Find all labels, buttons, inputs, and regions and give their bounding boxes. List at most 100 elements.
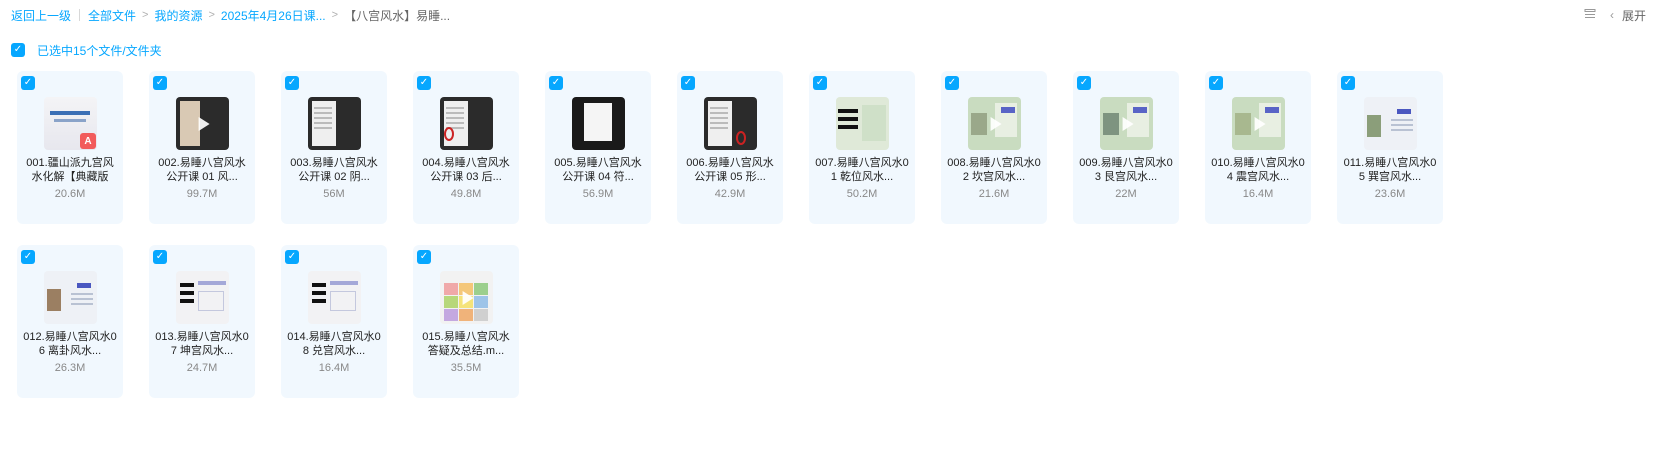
video-thumbnail <box>440 97 493 150</box>
breadcrumb-my-resources[interactable]: 我的资源 <box>154 7 202 24</box>
file-checkbox[interactable]: ✓ <box>285 76 299 90</box>
file-card[interactable]: ✓ 013.易睡八宫风水07 坤宫风水... 24.7M <box>149 245 255 398</box>
video-thumbnail <box>1232 97 1285 150</box>
file-checkbox[interactable]: ✓ <box>153 76 167 90</box>
video-thumbnail <box>176 271 229 324</box>
file-checkbox[interactable]: ✓ <box>285 250 299 264</box>
selection-count-label: 已选中15个文件/文件夹 <box>37 43 162 58</box>
file-card[interactable]: ✓ 006.易睡八宫风水公开课 05 形... 42.9M <box>677 71 783 224</box>
file-card[interactable]: ✓ 009.易睡八宫风水03 艮宫风水... 22M <box>1073 71 1179 224</box>
breadcrumb-arrow-icon: > <box>142 9 149 21</box>
file-size: 24.7M <box>186 362 218 374</box>
file-size: 23.6M <box>1374 188 1406 200</box>
file-size: 49.8M <box>450 188 482 200</box>
video-thumbnail <box>572 97 625 150</box>
file-checkbox[interactable]: ✓ <box>1077 76 1091 90</box>
file-size: 42.9M <box>714 188 746 200</box>
breadcrumb: 返回上一级 全部文件 > 我的资源 > 2025年4月26日课... > 【八宫… <box>0 7 450 24</box>
file-card[interactable]: ✓ 007.易睡八宫风水01 乾位风水... 50.2M <box>809 71 915 224</box>
play-icon <box>1122 116 1134 131</box>
breadcrumb-arrow-icon: > <box>331 9 339 21</box>
play-icon <box>198 116 210 131</box>
file-checkbox[interactable]: ✓ <box>813 76 827 90</box>
file-checkbox[interactable]: ✓ <box>21 76 35 90</box>
play-icon <box>1254 116 1266 131</box>
file-checkbox[interactable]: ✓ <box>417 76 431 90</box>
view-tools: ‹ 展开 <box>1584 0 1646 30</box>
file-name: 003.易睡八宫风水公开课 02 阴... <box>290 157 378 183</box>
video-thumbnail <box>1364 97 1417 150</box>
file-size: 56.9M <box>582 188 614 200</box>
file-name: 002.易睡八宫风水公开课 01 风... <box>158 157 246 183</box>
video-thumbnail <box>440 271 493 324</box>
file-card[interactable]: ✓ 002.易睡八宫风水公开课 01 风... 99.7M <box>149 71 255 224</box>
file-size: 35.5M <box>450 362 482 374</box>
file-name: 008.易睡八宫风水02 坎宫风水... <box>947 157 1041 183</box>
file-size: 56M <box>323 188 345 200</box>
file-name: 015.易睡八宫风水答疑及总结.m... <box>422 331 510 357</box>
play-icon <box>990 116 1002 131</box>
file-name: 012.易睡八宫风水06 离卦风水... <box>23 331 117 357</box>
file-checkbox[interactable]: ✓ <box>549 76 563 90</box>
file-checkbox[interactable]: ✓ <box>945 76 959 90</box>
file-card[interactable]: ✓ 004.易睡八宫风水公开课 03 后... 49.8M <box>413 71 519 224</box>
video-thumbnail <box>308 271 361 324</box>
breadcrumb-divider <box>79 9 81 21</box>
file-card[interactable]: ✓ 011.易睡八宫风水05 巽宫风水... 23.6M <box>1337 71 1443 224</box>
video-thumbnail <box>704 97 757 150</box>
breadcrumb-current-folder: 【八宫风水】易睡... <box>344 8 451 23</box>
file-card[interactable]: ✓ 008.易睡八宫风水02 坎宫风水... 21.6M <box>941 71 1047 224</box>
file-size: 26.3M <box>54 362 86 374</box>
file-card[interactable]: ✓ 014.易睡八宫风水08 兑宫风水... 16.4M <box>281 245 387 398</box>
file-card[interactable]: ✓ 003.易睡八宫风水公开课 02 阴... 56M <box>281 71 387 224</box>
file-card[interactable]: ✓ 015.易睡八宫风水答疑及总结.m... 35.5M <box>413 245 519 398</box>
file-name: 001.疆山派九宫风水化解【典藏版 <box>26 157 114 183</box>
file-name: 013.易睡八宫风水07 坤宫风水... <box>155 331 249 357</box>
video-thumbnail <box>44 271 97 324</box>
list-view-icon[interactable] <box>1584 8 1596 23</box>
breadcrumb-date-folder[interactable]: 2025年4月26日课... <box>221 7 326 24</box>
video-thumbnail <box>1100 97 1153 150</box>
pdf-thumbnail: A <box>44 97 97 150</box>
file-checkbox[interactable]: ✓ <box>1209 76 1223 90</box>
video-thumbnail <box>176 97 229 150</box>
back-link[interactable]: 返回上一级 <box>11 7 71 24</box>
file-name: 005.易睡八宫风水公开课 04 符... <box>554 157 642 183</box>
file-card[interactable]: ✓ A 001.疆山派九宫风水化解【典藏版 20.6M <box>17 71 123 224</box>
breadcrumb-arrow-icon: > <box>208 9 215 21</box>
select-all-checkbox[interactable]: ✓ <box>11 43 25 57</box>
file-checkbox[interactable]: ✓ <box>417 250 431 264</box>
file-checkbox[interactable]: ✓ <box>153 250 167 264</box>
file-checkbox[interactable]: ✓ <box>1341 76 1355 90</box>
file-size: 20.6M <box>54 188 86 200</box>
breadcrumb-all-files[interactable]: 全部文件 <box>88 7 136 24</box>
file-name: 014.易睡八宫风水08 兑宫风水... <box>287 331 381 357</box>
file-name: 007.易睡八宫风水01 乾位风水... <box>815 157 909 183</box>
file-size: 50.2M <box>846 188 878 200</box>
file-checkbox[interactable]: ✓ <box>681 76 695 90</box>
file-size: 21.6M <box>978 188 1010 200</box>
file-name: 009.易睡八宫风水03 艮宫风水... <box>1079 157 1173 183</box>
pdf-icon: A <box>80 133 96 149</box>
file-card[interactable]: ✓ 012.易睡八宫风水06 离卦风水... 26.3M <box>17 245 123 398</box>
file-grid: ✓ A 001.疆山派九宫风水化解【典藏版 20.6M ✓ 002.易睡八宫风水… <box>17 71 1443 398</box>
chevron-left-icon: ‹ <box>1609 8 1614 22</box>
file-size: 22M <box>1115 188 1137 200</box>
file-card[interactable]: ✓ 005.易睡八宫风水公开课 04 符... 56.9M <box>545 71 651 224</box>
file-name: 004.易睡八宫风水公开课 03 后... <box>422 157 510 183</box>
file-size: 16.4M <box>1242 188 1274 200</box>
expand-label: 展开 <box>1621 8 1646 23</box>
video-thumbnail <box>968 97 1021 150</box>
file-checkbox[interactable]: ✓ <box>21 250 35 264</box>
file-name: 011.易睡八宫风水05 巽宫风水... <box>1343 157 1437 183</box>
file-card[interactable]: ✓ 010.易睡八宫风水04 震宫风水... 16.4M <box>1205 71 1311 224</box>
file-name: 010.易睡八宫风水04 震宫风水... <box>1211 157 1305 183</box>
selection-bar: ✓ 已选中15个文件/文件夹 <box>11 43 162 58</box>
video-thumbnail <box>308 97 361 150</box>
expand-button[interactable]: ‹ 展开 <box>1610 7 1646 24</box>
top-bar: 返回上一级 全部文件 > 我的资源 > 2025年4月26日课... > 【八宫… <box>0 0 1662 30</box>
file-name: 006.易睡八宫风水公开课 05 形... <box>686 157 774 183</box>
play-icon <box>462 290 474 305</box>
video-thumbnail <box>836 97 889 150</box>
file-size: 99.7M <box>186 188 218 200</box>
